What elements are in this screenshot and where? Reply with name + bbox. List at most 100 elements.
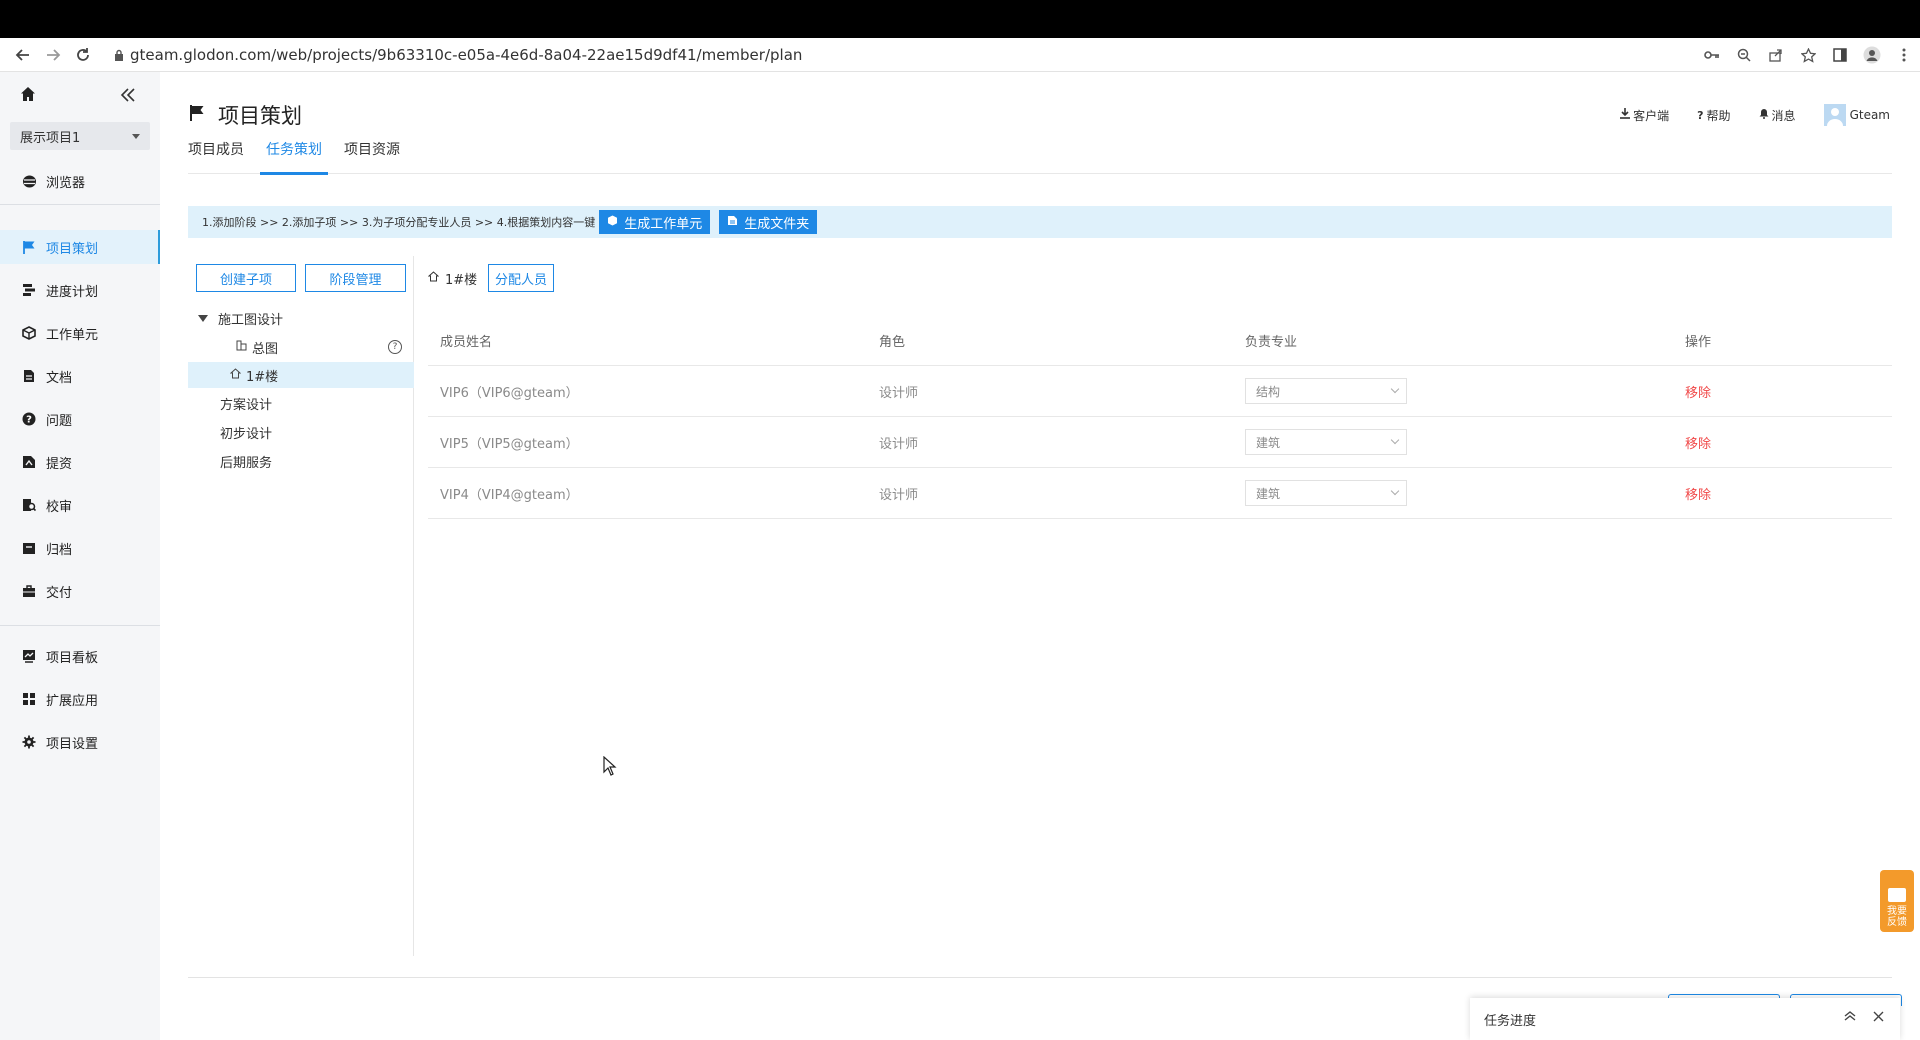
key-icon[interactable]	[1696, 38, 1728, 72]
sidebar-item-issues[interactable]: ? 问题	[0, 402, 160, 436]
stage-manage-button[interactable]: 阶段管理	[305, 264, 406, 292]
submit-icon	[20, 453, 38, 471]
specialty-select-value: 建筑	[1256, 435, 1281, 450]
messages-link[interactable]: 消息	[1759, 107, 1796, 124]
sidebar-item-apps[interactable]: 扩展应用	[0, 682, 160, 716]
member-name: VIP4（VIP4@gteam）	[440, 487, 579, 503]
home-icon[interactable]	[20, 86, 36, 106]
zoom-icon[interactable]	[1728, 38, 1760, 72]
document-icon	[20, 367, 38, 385]
feedback-label-1: 我要	[1887, 906, 1907, 917]
lock-icon	[108, 49, 130, 61]
feedback-icon	[1888, 888, 1906, 902]
expand-triangle-icon[interactable]	[198, 314, 208, 322]
sidebar-item-review[interactable]: 校审	[0, 488, 160, 522]
tree-node-label: 总图	[252, 341, 279, 357]
download-icon	[1620, 108, 1631, 122]
sidebar-item-submit[interactable]: 提资	[0, 445, 160, 479]
close-icon[interactable]	[1873, 1008, 1884, 1026]
sidebar-item-label: 归档	[46, 542, 73, 558]
caret-down-icon	[132, 134, 140, 139]
remove-link[interactable]: 移除	[1673, 484, 1892, 503]
column-header-role: 角色	[879, 335, 906, 350]
help-link[interactable]: ? 帮助	[1697, 107, 1730, 124]
client-download-link[interactable]: 客户端	[1620, 107, 1669, 124]
sidebar-item-schedule[interactable]: 进度计划	[0, 273, 160, 307]
user-menu[interactable]: Gteam	[1823, 104, 1890, 126]
sidebar-item-documents[interactable]: 文档	[0, 359, 160, 393]
remove-link[interactable]: 移除	[1673, 433, 1892, 452]
tree-node-construction[interactable]: 施工图设计	[198, 305, 412, 331]
sidebar-item-label: 项目设置	[46, 736, 99, 752]
sidebar-item-label: 项目看板	[46, 650, 99, 666]
client-label: 客户端	[1633, 108, 1670, 123]
generate-folder-button[interactable]: 生成文件夹	[719, 210, 818, 234]
side-panel-icon[interactable]	[1824, 38, 1856, 72]
apps-icon	[20, 690, 38, 708]
help-circle-icon[interactable]: ?	[388, 340, 402, 354]
tab-task-plan[interactable]: 任务策划	[260, 138, 328, 175]
question-icon: ?	[20, 410, 38, 428]
tree-node-building1[interactable]: 1#楼	[188, 362, 414, 388]
sidebar-item-label: 进度计划	[46, 284, 99, 300]
feedback-button[interactable]: 我要 反馈	[1880, 870, 1914, 932]
specialty-select[interactable]: 建筑	[1245, 480, 1407, 506]
dashboard-icon	[20, 647, 38, 665]
sidebar-item-label: 扩展应用	[46, 693, 99, 709]
member-role: 设计师	[879, 436, 919, 452]
remove-link[interactable]: 移除	[1673, 382, 1892, 401]
tab-resources[interactable]: 项目资源	[344, 138, 400, 174]
back-icon[interactable]	[8, 40, 38, 70]
sidebar-item-settings[interactable]: 项目设置	[0, 725, 160, 759]
browser-actions	[1696, 38, 1920, 72]
sidebar-item-delivery[interactable]: 交付	[0, 574, 160, 608]
feedback-label-2: 反馈	[1887, 917, 1907, 928]
sidebar-item-archive[interactable]: 归档	[0, 531, 160, 565]
tree-node-scheme[interactable]: 方案设计	[220, 390, 412, 416]
globe-icon	[20, 172, 38, 190]
tree-node-general[interactable]: 总图 ?	[216, 334, 412, 360]
reload-icon[interactable]	[68, 40, 98, 70]
project-select-value: 展示项目1	[20, 130, 81, 146]
project-select[interactable]: 展示项目1	[10, 122, 150, 150]
specialty-select[interactable]: 结构	[1245, 378, 1407, 404]
flag-icon	[20, 238, 38, 256]
sidebar-item-project-plan[interactable]: 项目策划	[0, 230, 160, 264]
assign-members-button[interactable]: 分配人员	[488, 264, 554, 292]
sidebar-item-work-unit[interactable]: 工作单元	[0, 316, 160, 350]
member-role: 设计师	[879, 487, 919, 503]
expand-up-icon[interactable]	[1844, 1010, 1856, 1025]
menu-icon[interactable]	[1888, 38, 1920, 72]
sidebar-item-dashboard[interactable]: 项目看板	[0, 639, 160, 673]
share-icon[interactable]	[1760, 38, 1792, 72]
sidebar-item-label: 项目策划	[46, 241, 99, 257]
bell-icon	[1759, 108, 1769, 122]
star-icon[interactable]	[1792, 38, 1824, 72]
guide-steps: 1.添加阶段 >> 2.添加子项 >> 3.为子项分配专业人员 >> 4.根据策…	[202, 216, 596, 229]
briefcase-icon	[20, 582, 38, 600]
house-icon	[229, 367, 242, 383]
forward-icon[interactable]	[38, 40, 68, 70]
help-label: 帮助	[1706, 108, 1731, 123]
sidebar-item-label: 校审	[46, 499, 73, 515]
task-progress-title: 任务进度	[1484, 1013, 1537, 1029]
create-child-button[interactable]: 创建子项	[196, 264, 296, 292]
tree-node-preliminary[interactable]: 初步设计	[220, 419, 412, 445]
profile-icon[interactable]	[1856, 38, 1888, 72]
specialty-select[interactable]: 建筑	[1245, 429, 1407, 455]
sidebar-item-browser[interactable]: 浏览器	[0, 164, 160, 198]
chevron-down-icon	[1390, 435, 1400, 445]
tree-node-post-service[interactable]: 后期服务	[220, 448, 412, 474]
column-header-specialty: 负责专业	[1245, 335, 1298, 350]
generate-workunit-button[interactable]: 生成工作单元	[599, 210, 711, 234]
address-bar[interactable]: gteam.glodon.com/web/projects/9b63310c-e…	[108, 38, 802, 72]
table-row: VIP6（VIP6@gteam） 设计师 结构 移除	[428, 366, 1892, 417]
member-table: 成员姓名 角色 负责专业 操作 VIP6（VIP6@gteam） 设计师 结构 …	[428, 316, 1892, 519]
tab-members[interactable]: 项目成员	[188, 138, 244, 174]
tree-node-label: 后期服务	[220, 455, 273, 471]
review-icon	[20, 496, 38, 514]
specialty-cell: 建筑	[1233, 480, 1673, 506]
collapse-icon[interactable]	[120, 84, 136, 108]
cube-icon	[607, 215, 618, 230]
tree-node-label: 施工图设计	[218, 312, 284, 328]
